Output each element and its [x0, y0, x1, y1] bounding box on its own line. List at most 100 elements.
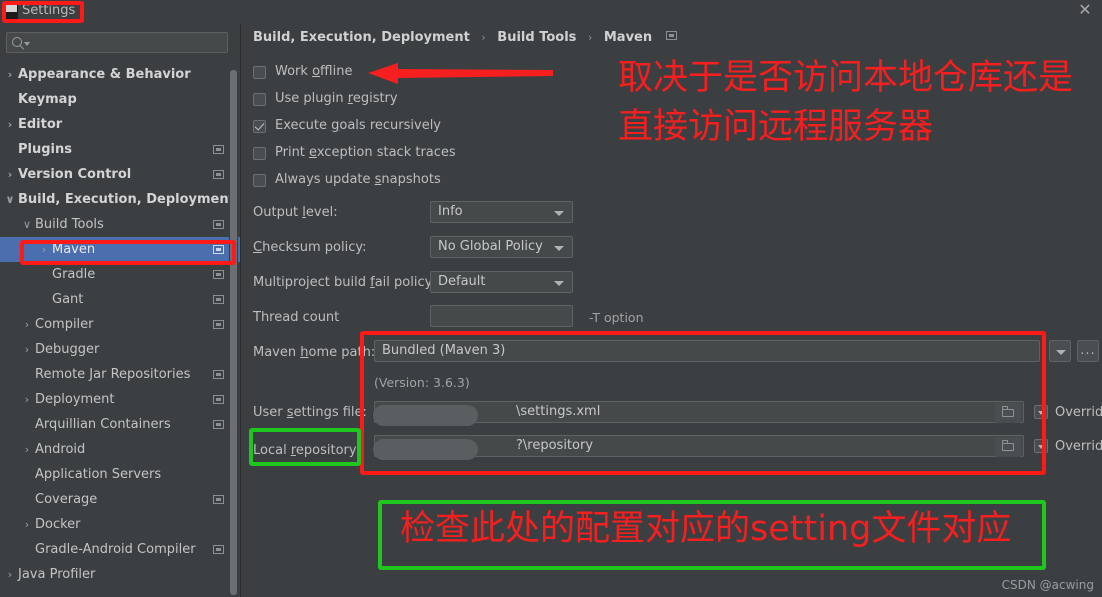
modified-marker-icon	[213, 545, 224, 554]
maven-home-path-browse-button[interactable]: ...	[1077, 340, 1099, 362]
chevron-right-icon[interactable]: ›	[21, 337, 33, 362]
chevron-down-icon	[554, 281, 564, 286]
annotation-green-box-local-repository	[249, 428, 361, 466]
execute-goals-recursively-checkbox[interactable]	[253, 120, 266, 133]
thread-count-label: Thread count	[253, 310, 340, 325]
sidebar-item-compiler[interactable]: › Compiler	[0, 312, 240, 337]
modified-marker-icon	[213, 170, 224, 179]
sidebar-item-editor[interactable]: › Editor	[0, 112, 240, 137]
sidebar-item-label: Gradle	[52, 267, 96, 282]
chevron-down-icon	[554, 211, 564, 216]
chevron-right-icon[interactable]: ›	[4, 162, 16, 187]
output-level-value: Info	[438, 204, 463, 219]
sidebar-item-version-control[interactable]: › Version Control	[0, 162, 240, 187]
sidebar-item-java-profiler[interactable]: › Java Profiler	[0, 562, 240, 587]
checksum-policy-dropdown[interactable]: No Global Policy	[430, 236, 573, 258]
chevron-right-icon[interactable]: ›	[21, 437, 33, 462]
always-update-snapshots-checkbox[interactable]	[253, 174, 266, 187]
chevron-down-icon[interactable]: ∨	[21, 212, 33, 237]
close-icon[interactable]: ✕	[1076, 1, 1094, 19]
sidebar-item-label: Compiler	[35, 317, 94, 332]
sidebar-item-debugger[interactable]: › Debugger	[0, 337, 240, 362]
sidebar-item-arquillian-containers[interactable]: Arquillian Containers	[0, 412, 240, 437]
title-bar: Settings ✕	[0, 0, 1102, 24]
chevron-down-icon[interactable]: ∨	[4, 187, 16, 212]
modified-marker-icon	[213, 270, 224, 279]
sidebar-item-build-tools[interactable]: ∨ Build Tools	[0, 212, 240, 237]
chevron-right-icon[interactable]: ›	[21, 312, 33, 337]
sidebar-item-label: Deployment	[35, 392, 115, 407]
sidebar-item-label: Android	[35, 442, 86, 457]
annotation-red-box-maven-tree-item	[20, 240, 236, 265]
chevron-right-icon[interactable]: ›	[4, 62, 16, 87]
sidebar-item-build-execution-deployment[interactable]: ∨ Build, Execution, Deployment	[0, 187, 240, 212]
search-input[interactable]	[6, 32, 228, 53]
chevron-right-icon[interactable]: ›	[4, 562, 16, 587]
modified-marker-icon	[213, 370, 224, 379]
sidebar-item-label: Java Profiler	[18, 567, 96, 582]
work-offline-checkbox[interactable]	[253, 66, 266, 79]
modified-marker-icon	[213, 295, 224, 304]
sidebar-item-remote-jar-repositories[interactable]: Remote Jar Repositories	[0, 362, 240, 387]
thread-count-input[interactable]	[430, 305, 573, 327]
breadcrumb-part-1[interactable]: Build, Execution, Deployment	[253, 30, 470, 45]
sidebar-item-label: Coverage	[35, 492, 98, 507]
breadcrumb-separator-2: ›	[587, 31, 593, 44]
sidebar-item-label: Remote Jar Repositories	[35, 367, 191, 382]
sidebar-item-gradle-android-compiler[interactable]: Gradle-Android Compiler	[0, 537, 240, 562]
sidebar-item-gradle[interactable]: Gradle	[0, 262, 240, 287]
annotation-arrow-work-offline	[368, 60, 553, 84]
breadcrumb-part-3[interactable]: Maven	[604, 30, 652, 45]
modified-marker-icon	[213, 395, 224, 404]
sidebar-item-label: Application Servers	[35, 467, 162, 482]
sidebar-scrollbar-thumb[interactable]	[230, 70, 237, 595]
sidebar-item-label: Version Control	[18, 167, 132, 182]
chevron-right-icon[interactable]: ›	[21, 387, 33, 412]
local-repository-override-label: Override	[1055, 439, 1102, 454]
sidebar-item-plugins[interactable]: Plugins	[0, 137, 240, 162]
maven-home-path-label: Maven home path:	[253, 345, 376, 360]
maven-home-path-dropdown-button[interactable]	[1049, 340, 1071, 362]
print-exception-stack-traces-label: Print exception stack traces	[275, 145, 456, 160]
sidebar-item-application-servers[interactable]: Application Servers	[0, 462, 240, 487]
always-update-snapshots-label: Always update snapshots	[275, 172, 441, 187]
breadcrumb-part-2[interactable]: Build Tools	[497, 30, 576, 45]
sidebar-item-keymap[interactable]: Keymap	[0, 87, 240, 112]
sidebar-item-gant[interactable]: Gant	[0, 287, 240, 312]
settings-dialog: Settings ✕ › Appearance & Behavior Keymap ›…	[0, 0, 1102, 597]
sidebar-item-docker[interactable]: › Docker	[0, 512, 240, 537]
modified-marker-icon	[213, 145, 224, 154]
sidebar-item-label: Gradle-Android Compiler	[35, 542, 196, 557]
sidebar-item-deployment[interactable]: › Deployment	[0, 387, 240, 412]
sidebar-item-coverage[interactable]: Coverage	[0, 487, 240, 512]
output-level-label: Output level:	[253, 205, 338, 220]
user-settings-file-label: User settings file:	[253, 405, 367, 420]
annotation-note-top-line2: 直接访问远程服务器	[618, 107, 934, 147]
print-exception-stack-traces-checkbox[interactable]	[253, 147, 266, 160]
sidebar-item-label: Gant	[52, 292, 84, 307]
checksum-policy-value: No Global Policy	[438, 239, 543, 254]
modified-marker-icon	[213, 420, 224, 429]
annotation-red-box-settings-title	[2, 1, 84, 23]
watermark: CSDN @acwing	[1001, 578, 1094, 592]
modified-marker-icon	[213, 320, 224, 329]
output-level-dropdown[interactable]: Info	[430, 201, 573, 223]
multiproject-fail-policy-dropdown[interactable]: Default	[430, 271, 573, 293]
checksum-policy-label: Checksum policy:	[253, 240, 367, 255]
sidebar-item-label: Arquillian Containers	[35, 417, 171, 432]
multiproject-fail-policy-value: Default	[438, 274, 486, 289]
chevron-down-icon	[554, 246, 564, 251]
annotation-note-top-line1: 取决于是否访问本地仓库还是	[618, 58, 1074, 98]
execute-goals-recursively-label: Execute goals recursively	[275, 118, 441, 133]
sidebar-item-label: Build Tools	[35, 217, 104, 232]
sidebar-item-label: Keymap	[18, 92, 77, 107]
sidebar-scrollbar-track[interactable]	[229, 62, 238, 597]
user-settings-override-label: Override	[1055, 405, 1102, 420]
chevron-right-icon[interactable]: ›	[21, 512, 33, 537]
sidebar-item-android[interactable]: › Android	[0, 437, 240, 462]
chevron-down-icon	[1056, 350, 1066, 355]
multiproject-fail-policy-label: Multiproject build fail policy:	[253, 275, 436, 290]
chevron-right-icon[interactable]: ›	[4, 112, 16, 137]
sidebar-item-appearance-behavior[interactable]: › Appearance & Behavior	[0, 62, 240, 87]
use-plugin-registry-checkbox[interactable]	[253, 93, 266, 106]
